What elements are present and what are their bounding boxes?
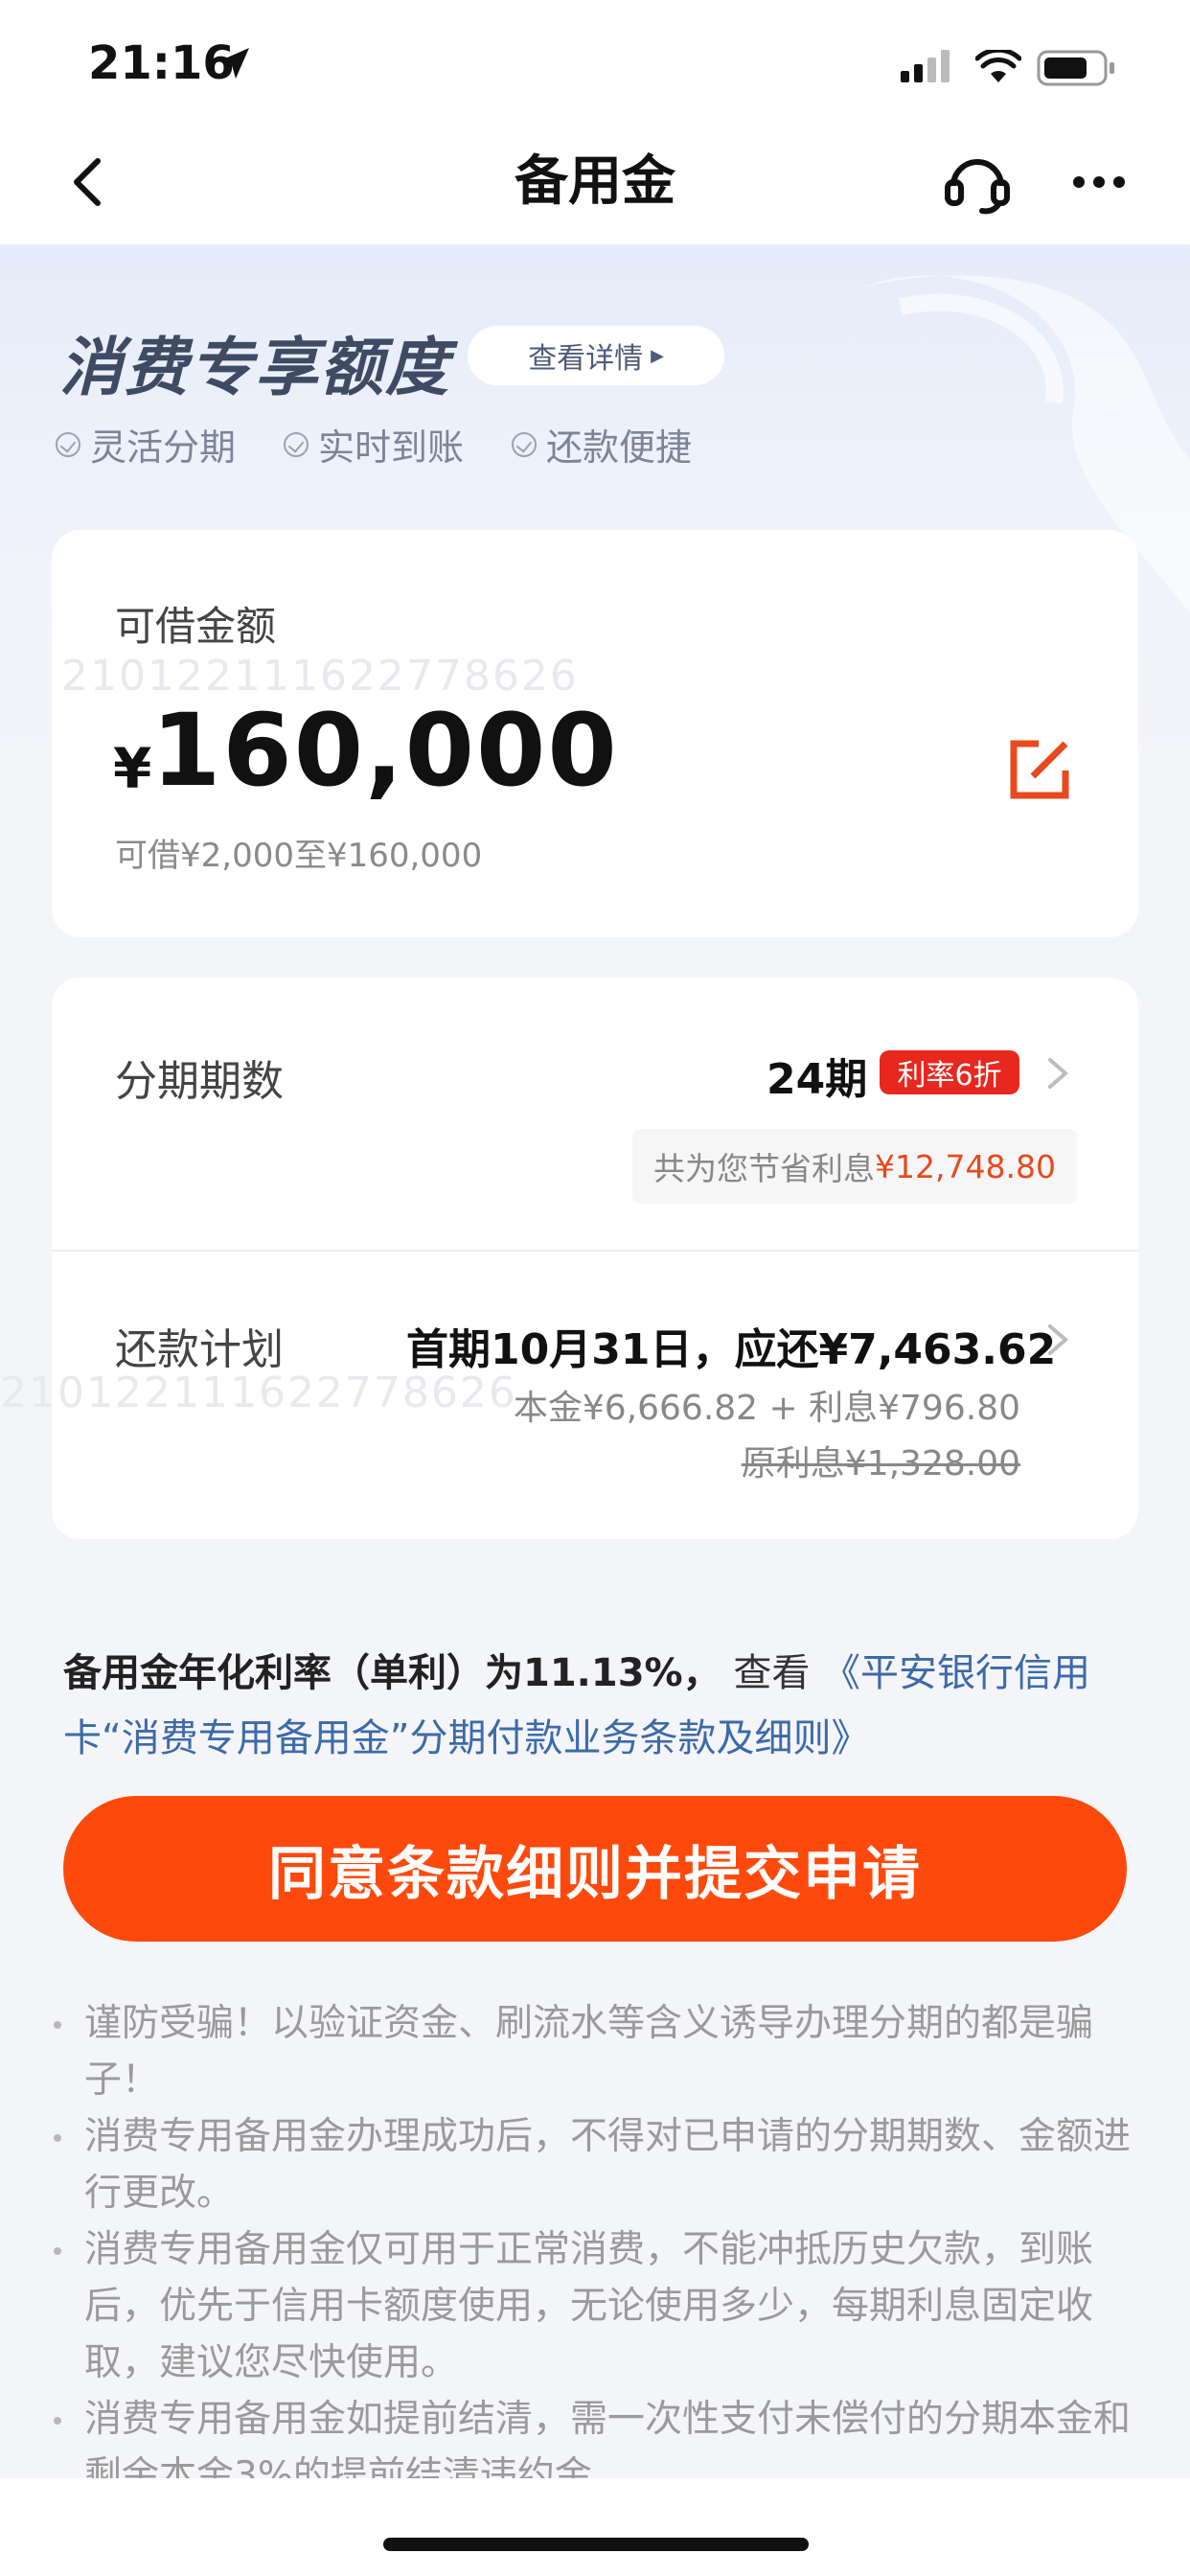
- savings-prefix: 共为您节省利息: [653, 1150, 876, 1187]
- check-icon: [56, 431, 80, 457]
- notice-item: 消费专用备用金仅可用于正常消费，不能冲抵历史欠款，到账后，优先于信用卡额度使用，…: [48, 2221, 1140, 2391]
- page-title: 备用金: [515, 150, 675, 213]
- schedule-first-payment[interactable]: 首期10月31日，应还¥7,463.62: [406, 1315, 1056, 1376]
- divider: [52, 1250, 1138, 1252]
- feature-label: 还款便捷: [546, 426, 693, 469]
- cellular-signal-icon: [901, 50, 950, 82]
- check-icon: [512, 431, 537, 457]
- interest-savings: 共为您节省利息 ¥12,748.80: [632, 1129, 1077, 1204]
- amount-label: 可借金额: [115, 603, 277, 650]
- submit-application-button[interactable]: 同意条款细则并提交申请: [63, 1796, 1127, 1942]
- feature-label: 灵活分期: [90, 426, 237, 469]
- rate-discount-badge: 利率6折: [880, 1050, 1019, 1094]
- amount-value: 160,000: [151, 692, 619, 809]
- notice-item: 谨防受骗！以验证资金、刷流水等含义诱导办理分期的都是骗子！: [48, 1995, 1140, 2108]
- chevron-right-icon[interactable]: [1044, 1054, 1071, 1092]
- more-icon[interactable]: [1071, 172, 1127, 192]
- view-details-button[interactable]: 查看详情 ▶: [468, 326, 724, 385]
- savings-amount: ¥12,748.80: [875, 1147, 1056, 1185]
- notice-item: 消费专用备用金办理成功后，不得对已申请的分期期数、金额进行更改。: [48, 2108, 1140, 2221]
- notice-list: 谨防受骗！以验证资金、刷流水等含义诱导办理分期的都是骗子！ 消费专用备用金办理成…: [48, 1995, 1140, 2504]
- edit-icon[interactable]: [1006, 736, 1073, 803]
- home-bar-area: [0, 2478, 1190, 2576]
- view-label: 查看: [721, 1651, 823, 1695]
- wifi-icon: [975, 50, 1021, 82]
- location-arrow-icon: [218, 48, 249, 79]
- feature-repayment: 还款便捷: [512, 418, 692, 471]
- feature-flexible: 灵活分期: [56, 418, 236, 471]
- status-time: 21:16: [88, 36, 235, 90]
- term-label: 分期期数: [115, 1057, 284, 1106]
- schedule-label: 还款计划: [115, 1325, 284, 1374]
- feature-instant: 实时到账: [284, 418, 464, 471]
- chevron-right-icon[interactable]: [1044, 1321, 1071, 1359]
- schedule-breakdown: 本金¥6,666.82 + 利息¥796.80: [513, 1389, 1020, 1428]
- check-icon: [284, 431, 309, 457]
- term-value[interactable]: 24期: [767, 1045, 867, 1106]
- headset-icon[interactable]: [944, 151, 1011, 215]
- currency-symbol: ¥: [113, 736, 152, 801]
- caret-right-icon: ▶: [651, 345, 664, 366]
- hero-title: 消费专享额度: [59, 331, 450, 404]
- terms-text: 备用金年化利率（单利）为11.13%， 查看 《平安银行信用卡“消费专用备用金”…: [63, 1641, 1127, 1771]
- rate-statement: 备用金年化利率（单利）为11.13%，: [63, 1651, 721, 1695]
- view-details-label: 查看详情: [528, 342, 644, 376]
- battery-icon: [1037, 50, 1114, 86]
- original-interest: 原利息¥1,328.00: [741, 1444, 1020, 1484]
- amount-range: 可借¥2,000至¥160,000: [115, 837, 483, 875]
- feature-label: 实时到账: [318, 426, 465, 469]
- home-indicator[interactable]: [383, 2538, 809, 2551]
